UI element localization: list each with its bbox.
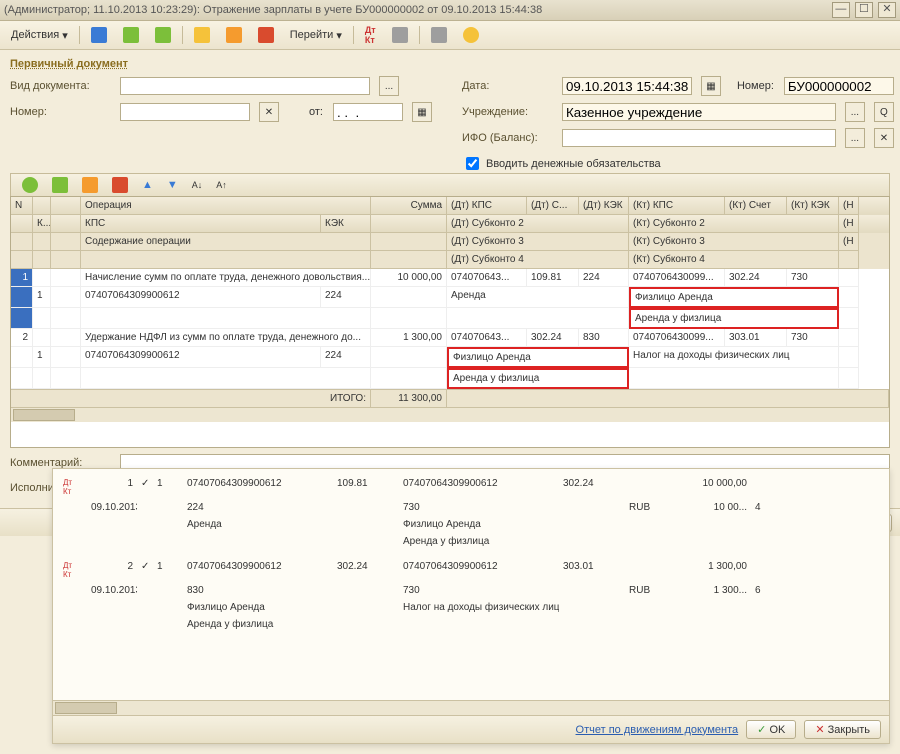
col-ktsub2: (Кт) Субконто 2 xyxy=(629,215,839,233)
org-select-button[interactable]: ... xyxy=(845,102,865,122)
section-title: Первичный документ xyxy=(10,58,890,70)
doctype-select-button[interactable]: ... xyxy=(379,76,399,96)
moveup-icon[interactable]: ▲ xyxy=(137,176,158,194)
main-toolbar: Действия ▾ Перейти ▾ ДтКт xyxy=(0,21,900,50)
actions-menu[interactable]: Действия ▾ xyxy=(6,26,73,45)
dm-scrollbar[interactable] xyxy=(53,700,889,715)
col-sum: Сумма xyxy=(371,197,447,215)
number-input[interactable] xyxy=(784,77,894,95)
org-open-button[interactable]: Q xyxy=(874,102,894,122)
num-clear-button[interactable]: ✕ xyxy=(259,102,279,122)
close-button[interactable]: ✕ xyxy=(878,2,896,18)
ifo-clear-button[interactable]: ✕ xyxy=(874,128,894,148)
sort-desc-icon[interactable]: A↑ xyxy=(211,177,232,193)
search-icon[interactable] xyxy=(387,24,413,46)
dropdown-icon: ▾ xyxy=(336,29,342,42)
grid-row[interactable]: 2 Удержание НДФЛ из сумм по оплате труда… xyxy=(11,329,889,347)
operations-grid[interactable]: N Операция Сумма (Дт) КПС (Дт) С... (Дт)… xyxy=(10,196,890,448)
obligations-label: Вводить денежные обязательства xyxy=(486,158,661,170)
print-icon[interactable] xyxy=(426,24,452,46)
grid-row[interactable]: 1 07407064309900612 224 Аренда Физлицо А… xyxy=(11,287,889,308)
docmove-panel: ДтКт 1 ✓ 1 07407064309900612 109.81 0740… xyxy=(52,468,890,744)
calendar-icon[interactable]: ▦ xyxy=(701,76,721,96)
doctype-label: Вид документа: xyxy=(10,80,110,92)
number-label: Номер: xyxy=(737,80,774,92)
delete-row-icon[interactable] xyxy=(107,174,133,196)
dm-ok-button[interactable]: ✓ OK xyxy=(746,720,796,739)
dtk-icon: ДтКт xyxy=(59,477,87,497)
dm-row[interactable]: ДтКт 2 ✓ 1 07407064309900612 302.24 0740… xyxy=(59,558,883,582)
col-k: К... xyxy=(33,215,51,233)
total-value: 11 300,00 xyxy=(371,390,447,407)
col-soderz: Содержание операции xyxy=(81,233,371,251)
grid-row[interactable]: Аренда у физлица xyxy=(11,368,889,389)
add-row-icon[interactable] xyxy=(17,174,43,196)
ifo-select-button[interactable]: ... xyxy=(845,128,865,148)
refresh-icon[interactable] xyxy=(118,24,144,46)
grid-row[interactable]: 1 Начисление сумм по оплате труда, денеж… xyxy=(11,269,889,287)
col-dtkps: (Дт) КПС xyxy=(447,197,527,215)
actions-label: Действия xyxy=(11,29,59,41)
save-icon[interactable] xyxy=(86,24,112,46)
col-n2: (Н xyxy=(839,197,859,215)
date-label: Дата: xyxy=(462,80,552,92)
total-label: ИТОГО: xyxy=(11,390,371,407)
grid-row[interactable]: Аренда у физлица xyxy=(11,308,889,329)
col-dtkek: (Дт) КЭК xyxy=(579,197,629,215)
num-label: Номер: xyxy=(10,106,110,118)
unpost-icon[interactable] xyxy=(221,24,247,46)
dtk-icon: ДтКт xyxy=(59,560,87,580)
window-title: (Администратор; 11.10.2013 10:23:29): От… xyxy=(4,4,542,16)
ifo-label: ИФО (Баланс): xyxy=(462,132,552,144)
org-input[interactable] xyxy=(562,103,836,121)
calendar-icon[interactable]: ▦ xyxy=(412,102,432,122)
dtk-icon[interactable]: ДтКт xyxy=(360,22,381,48)
minimize-button[interactable]: — xyxy=(832,2,850,18)
insert-row-icon[interactable] xyxy=(47,174,73,196)
col-ktsub3: (Кт) Субконто 3 xyxy=(629,233,839,251)
col-ktkek: (Кт) КЭК xyxy=(787,197,839,215)
org-label: Учреждение: xyxy=(462,106,552,118)
col-kek: КЭК xyxy=(321,215,371,233)
col-ktkps: (Кт) КПС xyxy=(629,197,725,215)
num-input[interactable] xyxy=(120,103,250,121)
help-icon[interactable] xyxy=(458,24,484,46)
col-dts: (Дт) С... xyxy=(527,197,579,215)
delete-icon[interactable] xyxy=(253,24,279,46)
doctype-input[interactable] xyxy=(120,77,370,95)
horizontal-scrollbar[interactable] xyxy=(11,407,889,422)
col-ktschet: (Кт) Счет xyxy=(725,197,787,215)
col-kps: КПС xyxy=(81,215,321,233)
grid-toolbar: ▲ ▼ A↓ A↑ xyxy=(10,173,890,196)
col-dtsub2: (Дт) Субконто 2 xyxy=(447,215,629,233)
from-input[interactable] xyxy=(333,103,403,121)
dropdown-icon: ▾ xyxy=(62,29,68,42)
maximize-button[interactable]: ☐ xyxy=(855,2,873,18)
date-input[interactable] xyxy=(562,77,692,95)
col-ktsub4: (Кт) Субконто 4 xyxy=(629,251,839,269)
from-label: от: xyxy=(309,106,323,118)
col-dtsub4: (Дт) Субконто 4 xyxy=(447,251,629,269)
goto-menu[interactable]: Перейти ▾ xyxy=(285,26,347,45)
titlebar: (Администратор; 11.10.2013 10:23:29): От… xyxy=(0,0,900,21)
col-dtsub3: (Дт) Субконто 3 xyxy=(447,233,629,251)
dm-close-button[interactable]: ✕ Закрыть xyxy=(804,720,881,739)
col-op: Операция xyxy=(81,197,371,215)
grid-row[interactable]: 1 07407064309900612 224 Физлицо Аренда Н… xyxy=(11,347,889,368)
obligations-checkbox[interactable] xyxy=(466,157,479,170)
col-n: N xyxy=(11,197,33,215)
ifo-input[interactable] xyxy=(562,129,836,147)
copy-icon[interactable] xyxy=(150,24,176,46)
dm-report-link[interactable]: Отчет по движениям документа xyxy=(576,724,739,736)
sort-asc-icon[interactable]: A↓ xyxy=(187,177,208,193)
post-icon[interactable] xyxy=(189,24,215,46)
dm-row[interactable]: ДтКт 1 ✓ 1 07407064309900612 109.81 0740… xyxy=(59,475,883,499)
movedown-icon[interactable]: ▼ xyxy=(162,176,183,194)
goto-label: Перейти xyxy=(290,29,334,41)
edit-row-icon[interactable] xyxy=(77,174,103,196)
